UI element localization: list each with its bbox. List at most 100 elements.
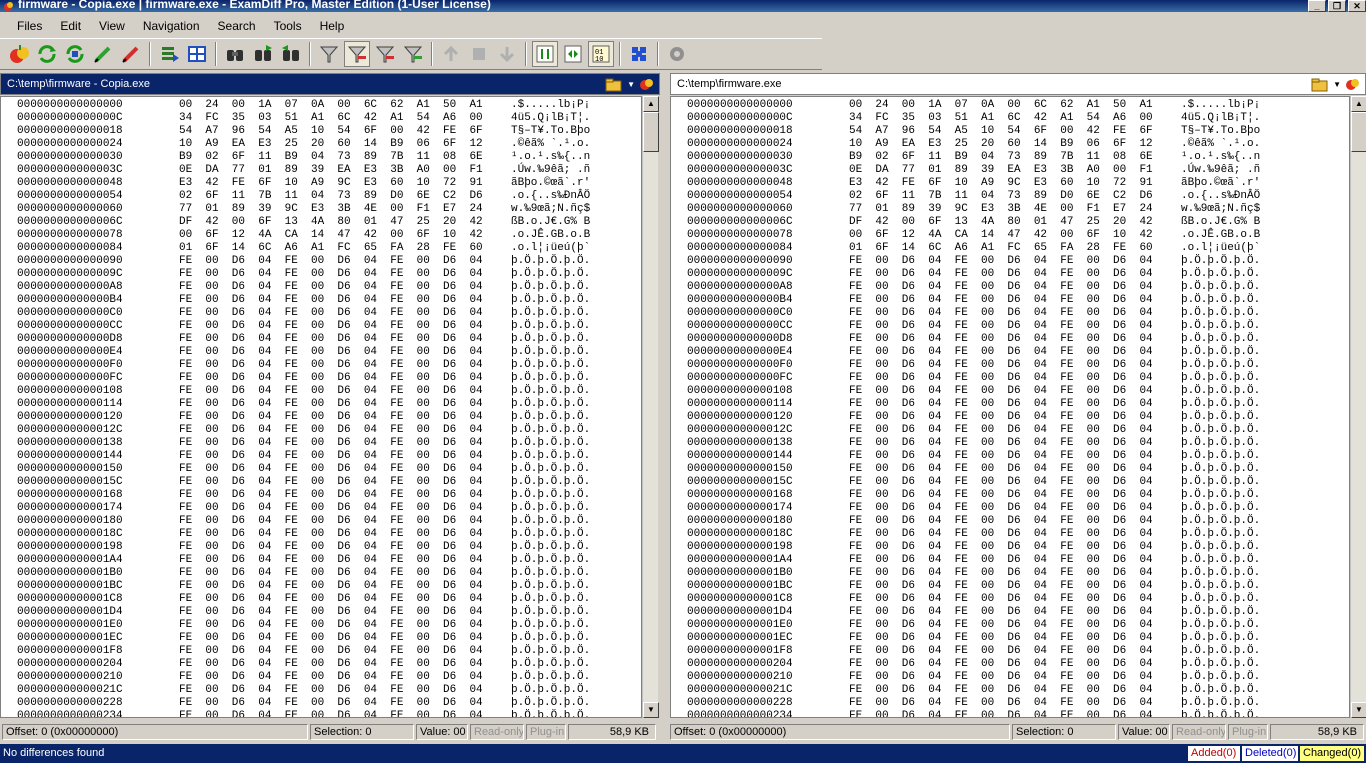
- row-ascii[interactable]: þ.Ö.þ.Ö.þ.Ö.: [511, 619, 590, 632]
- hex-row[interactable]: 0000000000000108 FE 00 D6 04 FE 00 D6 04 …: [671, 385, 1349, 398]
- row-hex-bytes[interactable]: FE 00 D6 04 FE 00 D6 04 FE 00 D6 04: [179, 281, 483, 294]
- settings-icon[interactable]: [664, 41, 690, 67]
- row-ascii[interactable]: þ.Ö.þ.Ö.þ.Ö.: [1181, 515, 1260, 528]
- row-hex-bytes[interactable]: FE 00 D6 04 FE 00 D6 04 FE 00 D6 04: [179, 567, 483, 580]
- row-ascii[interactable]: þ.Ö.þ.Ö.þ.Ö.: [511, 710, 590, 717]
- row-hex-bytes[interactable]: FE 00 D6 04 FE 00 D6 04 FE 00 D6 04: [849, 528, 1153, 541]
- row-hex-bytes[interactable]: FE 00 D6 04 FE 00 D6 04 FE 00 D6 04: [849, 476, 1153, 489]
- hex-row[interactable]: 00000000000001D4 FE 00 D6 04 FE 00 D6 04 …: [1, 606, 641, 619]
- hex-row[interactable]: 0000000000000144 FE 00 D6 04 FE 00 D6 04 …: [671, 450, 1349, 463]
- row-hex-bytes[interactable]: FE 00 D6 04 FE 00 D6 04 FE 00 D6 04: [179, 320, 483, 333]
- hex-row[interactable]: 0000000000000180 FE 00 D6 04 FE 00 D6 04 …: [1, 515, 641, 528]
- row-ascii[interactable]: T§–T¥.To.Bþo: [1181, 125, 1260, 138]
- row-ascii[interactable]: þ.Ö.þ.Ö.þ.Ö.: [511, 359, 590, 372]
- row-hex-bytes[interactable]: FE 00 D6 04 FE 00 D6 04 FE 00 D6 04: [179, 489, 483, 502]
- hex-row[interactable]: 00000000000001B0 FE 00 D6 04 FE 00 D6 04 …: [1, 567, 641, 580]
- row-ascii[interactable]: .o.l¦¡üeú(þ`: [511, 242, 590, 255]
- row-hex-bytes[interactable]: FE 00 D6 04 FE 00 D6 04 FE 00 D6 04: [179, 528, 483, 541]
- row-ascii[interactable]: þ.Ö.þ.Ö.þ.Ö.: [1181, 294, 1260, 307]
- row-ascii[interactable]: þ.Ö.þ.Ö.þ.Ö.: [511, 398, 590, 411]
- row-ascii[interactable]: þ.Ö.þ.Ö.þ.Ö.: [1181, 359, 1260, 372]
- row-ascii[interactable]: þ.Ö.þ.Ö.þ.Ö.: [1181, 307, 1260, 320]
- row-ascii[interactable]: w.‰9œã;N.ñç$: [1181, 203, 1260, 216]
- close-button[interactable]: ✕: [1348, 0, 1366, 12]
- row-hex-bytes[interactable]: 77 01 89 39 9C E3 3B 4E 00 F1 E7 24: [179, 203, 483, 216]
- row-ascii[interactable]: ãBþo.©œã`.r': [511, 177, 590, 190]
- hex-row[interactable]: 000000000000003C 0E DA 77 01 89 39 EA E3 …: [1, 164, 641, 177]
- hex-row[interactable]: 000000000000000C 34 FC 35 03 51 A1 6C 42 …: [1, 112, 641, 125]
- row-hex-bytes[interactable]: 01 6F 14 6C A6 A1 FC 65 FA 28 FE 60: [849, 242, 1153, 255]
- row-ascii[interactable]: þ.Ö.þ.Ö.þ.Ö.: [1181, 684, 1260, 697]
- row-ascii[interactable]: .Úw.‰9êã; .ñ: [511, 164, 590, 177]
- row-ascii[interactable]: þ.Ö.þ.Ö.þ.Ö.: [1181, 424, 1260, 437]
- hex-row[interactable]: 00000000000000CC FE 00 D6 04 FE 00 D6 04 …: [1, 320, 641, 333]
- hex-row[interactable]: 0000000000000168 FE 00 D6 04 FE 00 D6 04 …: [1, 489, 641, 502]
- hex-row[interactable]: 000000000000012C FE 00 D6 04 FE 00 D6 04 …: [671, 424, 1349, 437]
- row-ascii[interactable]: þ.Ö.þ.Ö.þ.Ö.: [1181, 476, 1260, 489]
- row-ascii[interactable]: þ.Ö.þ.Ö.þ.Ö.: [1181, 645, 1260, 658]
- row-ascii[interactable]: þ.Ö.þ.Ö.þ.Ö.: [1181, 580, 1260, 593]
- row-hex-bytes[interactable]: B9 02 6F 11 B9 04 73 89 7B 11 08 6E: [849, 151, 1153, 164]
- hex-row[interactable]: 00000000000000E4 FE 00 D6 04 FE 00 D6 04 …: [1, 346, 641, 359]
- filter-active-icon[interactable]: [344, 41, 370, 67]
- menu-help[interactable]: Help: [311, 15, 354, 37]
- row-ascii[interactable]: .$.....lb¡P¡: [1181, 99, 1260, 112]
- menu-view[interactable]: View: [90, 15, 134, 37]
- row-hex-bytes[interactable]: 01 6F 14 6C A6 A1 FC 65 FA 28 FE 60: [179, 242, 483, 255]
- hex-row[interactable]: 00000000000000F0 FE 00 D6 04 FE 00 D6 04 …: [671, 359, 1349, 372]
- binoculars-next-icon[interactable]: [250, 41, 276, 67]
- row-hex-bytes[interactable]: FE 00 D6 04 FE 00 D6 04 FE 00 D6 04: [849, 372, 1153, 385]
- scroll-thumb[interactable]: [1351, 112, 1366, 152]
- open-folder-icon[interactable]: [1311, 76, 1329, 92]
- hex-row[interactable]: 0000000000000228 FE 00 D6 04 FE 00 D6 04 …: [1, 697, 641, 710]
- row-hex-bytes[interactable]: FE 00 D6 04 FE 00 D6 04 FE 00 D6 04: [849, 437, 1153, 450]
- hex-row[interactable]: 0000000000000048 E3 42 FE 6F 10 A9 9C E3 …: [1, 177, 641, 190]
- row-hex-bytes[interactable]: FE 00 D6 04 FE 00 D6 04 FE 00 D6 04: [179, 502, 483, 515]
- row-ascii[interactable]: þ.Ö.þ.Ö.þ.Ö.: [511, 294, 590, 307]
- row-ascii[interactable]: þ.Ö.þ.Ö.þ.Ö.: [511, 658, 590, 671]
- chevron-down-icon[interactable]: ▼: [1333, 80, 1341, 89]
- row-hex-bytes[interactable]: FE 00 D6 04 FE 00 D6 04 FE 00 D6 04: [849, 632, 1153, 645]
- row-ascii[interactable]: 4ü5.Q¡lB¡T¦.: [511, 112, 590, 125]
- row-ascii[interactable]: ßB.o.J€.G% B: [1181, 216, 1260, 229]
- hex-row[interactable]: 000000000000009C FE 00 D6 04 FE 00 D6 04 …: [671, 268, 1349, 281]
- row-hex-bytes[interactable]: FE 00 D6 04 FE 00 D6 04 FE 00 D6 04: [179, 411, 483, 424]
- row-ascii[interactable]: þ.Ö.þ.Ö.þ.Ö.: [1181, 567, 1260, 580]
- hex-row[interactable]: 0000000000000060 77 01 89 39 9C E3 3B 4E …: [671, 203, 1349, 216]
- row-hex-bytes[interactable]: DF 42 00 6F 13 4A 80 01 47 25 20 42: [849, 216, 1153, 229]
- hex-row[interactable]: 000000000000009C FE 00 D6 04 FE 00 D6 04 …: [1, 268, 641, 281]
- hex-row[interactable]: 00000000000000B4 FE 00 D6 04 FE 00 D6 04 …: [1, 294, 641, 307]
- hex-row[interactable]: 00000000000001B0 FE 00 D6 04 FE 00 D6 04 …: [671, 567, 1349, 580]
- filter-remove-icon[interactable]: [372, 41, 398, 67]
- hex-row[interactable]: 00000000000000FC FE 00 D6 04 FE 00 D6 04 …: [671, 372, 1349, 385]
- row-hex-bytes[interactable]: 02 6F 11 7B 11 04 73 89 D0 6E C2 D6: [179, 190, 483, 203]
- row-ascii[interactable]: þ.Ö.þ.Ö.þ.Ö.: [511, 697, 590, 710]
- hex-row[interactable]: 0000000000000018 54 A7 96 54 A5 10 54 6F …: [1, 125, 641, 138]
- hex-row[interactable]: 00000000000001A4 FE 00 D6 04 FE 00 D6 04 …: [671, 554, 1349, 567]
- row-ascii[interactable]: þ.Ö.þ.Ö.þ.Ö.: [511, 307, 590, 320]
- row-hex-bytes[interactable]: FE 00 D6 04 FE 00 D6 04 FE 00 D6 04: [849, 463, 1153, 476]
- row-hex-bytes[interactable]: FE 00 D6 04 FE 00 D6 04 FE 00 D6 04: [179, 398, 483, 411]
- hex-row[interactable]: 0000000000000078 00 6F 12 4A CA 14 47 42 …: [671, 229, 1349, 242]
- filter-icon[interactable]: [316, 41, 342, 67]
- row-hex-bytes[interactable]: FE 00 D6 04 FE 00 D6 04 FE 00 D6 04: [849, 554, 1153, 567]
- row-ascii[interactable]: þ.Ö.þ.Ö.þ.Ö.: [511, 489, 590, 502]
- row-hex-bytes[interactable]: FE 00 D6 04 FE 00 D6 04 FE 00 D6 04: [849, 567, 1153, 580]
- row-ascii[interactable]: þ.Ö.þ.Ö.þ.Ö.: [1181, 385, 1260, 398]
- row-hex-bytes[interactable]: 10 A9 EA E3 25 20 60 14 B9 06 6F 12: [849, 138, 1153, 151]
- row-hex-bytes[interactable]: FE 00 D6 04 FE 00 D6 04 FE 00 D6 04: [179, 424, 483, 437]
- row-hex-bytes[interactable]: FE 00 D6 04 FE 00 D6 04 FE 00 D6 04: [849, 671, 1153, 684]
- hex-row[interactable]: 0000000000000234 FE 00 D6 04 FE 00 D6 04 …: [1, 710, 641, 717]
- hex-row[interactable]: 00000000000001BC FE 00 D6 04 FE 00 D6 04 …: [1, 580, 641, 593]
- hex-row[interactable]: 0000000000000054 02 6F 11 7B 11 04 73 89 …: [671, 190, 1349, 203]
- row-hex-bytes[interactable]: FE 00 D6 04 FE 00 D6 04 FE 00 D6 04: [179, 619, 483, 632]
- row-hex-bytes[interactable]: FE 00 D6 04 FE 00 D6 04 FE 00 D6 04: [849, 502, 1153, 515]
- hex-row[interactable]: 0000000000000198 FE 00 D6 04 FE 00 D6 04 …: [1, 541, 641, 554]
- row-hex-bytes[interactable]: FE 00 D6 04 FE 00 D6 04 FE 00 D6 04: [179, 372, 483, 385]
- hex-row[interactable]: 0000000000000150 FE 00 D6 04 FE 00 D6 04 …: [1, 463, 641, 476]
- hex-row[interactable]: 0000000000000228 FE 00 D6 04 FE 00 D6 04 …: [671, 697, 1349, 710]
- hex-row[interactable]: 0000000000000024 10 A9 EA E3 25 20 60 14 …: [671, 138, 1349, 151]
- hex-row[interactable]: 0000000000000198 FE 00 D6 04 FE 00 D6 04 …: [671, 541, 1349, 554]
- scroll-up-arrow-icon[interactable]: ▲: [643, 96, 659, 112]
- hex-row[interactable]: 00000000000000A8 FE 00 D6 04 FE 00 D6 04 …: [671, 281, 1349, 294]
